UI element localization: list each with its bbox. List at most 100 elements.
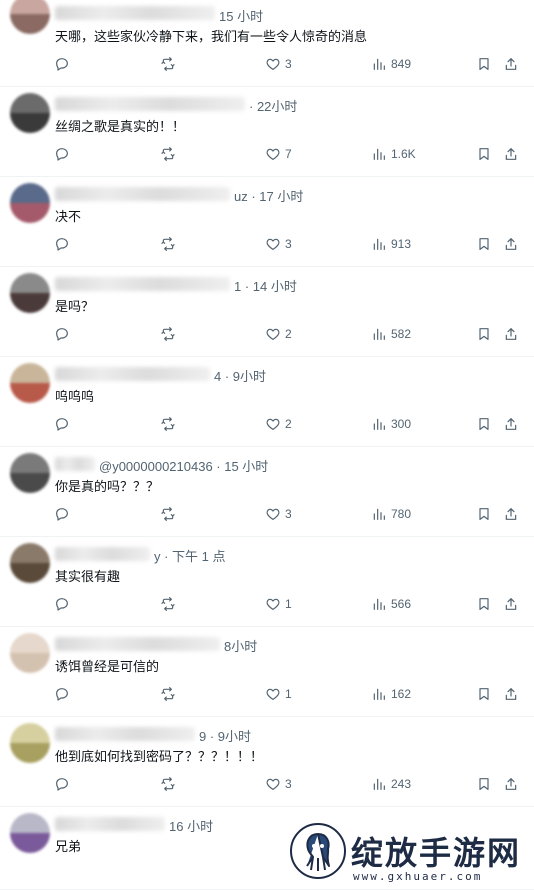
views-button[interactable]: 300 [371, 414, 411, 434]
avatar[interactable] [10, 723, 50, 763]
reply-button[interactable] [54, 144, 74, 164]
reply-tweet[interactable]: y · 下午 1 点其实很有趣 1 566 [0, 537, 534, 627]
reply-tweet[interactable]: 15 小时 天哪，这些家伙冷静下来，我们有一些令人惊奇的消息 3 849 [0, 0, 534, 87]
author-name-blurred[interactable] [55, 367, 210, 381]
tweet-timestamp[interactable]: 15 小时 [219, 6, 263, 25]
bookmark-button[interactable] [476, 414, 492, 434]
avatar[interactable] [10, 273, 50, 313]
reply-button[interactable] [54, 54, 74, 74]
share-icon [505, 238, 517, 250]
avatar[interactable] [10, 0, 50, 34]
bookmark-button[interactable] [476, 54, 492, 74]
like-button[interactable]: 3 [265, 234, 292, 254]
retweet-button[interactable] [160, 144, 180, 164]
retweet-button[interactable] [160, 324, 180, 344]
views-button[interactable]: 913 [371, 234, 411, 254]
retweet-button[interactable] [160, 54, 180, 74]
share-button[interactable] [503, 774, 519, 794]
reply-tweet[interactable]: · 22小时 丝绸之歌是真实的！！ 7 1.6K [0, 87, 534, 177]
retweet-button[interactable] [160, 234, 180, 254]
author-name-blurred[interactable] [55, 97, 245, 111]
reply-button[interactable] [54, 504, 74, 524]
reply-tweet[interactable]: 4 · 9小时呜呜呜 2 300 [0, 357, 534, 447]
author-name-blurred[interactable] [55, 817, 165, 831]
reply-button[interactable] [54, 774, 74, 794]
share-button[interactable] [503, 234, 519, 254]
author-name-blurred[interactable] [55, 277, 230, 291]
like-button[interactable]: 2 [265, 414, 292, 434]
tweet-timestamp[interactable]: 9 · 9小时 [199, 726, 251, 745]
reply-tweet[interactable]: 9 · 9小时 他到底如何找到密码了？？？！！！ 3 243 [0, 717, 534, 807]
tweet-timestamp[interactable]: · 22小时 [249, 96, 297, 115]
tweet-text: 呜呜呜 [55, 389, 95, 404]
retweet-button[interactable] [160, 774, 180, 794]
tweet-timestamp[interactable]: 8小时 [224, 636, 257, 655]
like-button[interactable]: 3 [265, 504, 292, 524]
avatar[interactable] [10, 813, 50, 853]
share-button[interactable] [503, 144, 519, 164]
views-chart-icon [373, 148, 385, 160]
bookmark-icon [479, 328, 489, 340]
author-name-blurred[interactable] [55, 187, 230, 201]
share-button[interactable] [503, 54, 519, 74]
bookmark-button[interactable] [476, 594, 492, 614]
like-button[interactable]: 1 [265, 684, 292, 704]
reply-button[interactable] [54, 684, 74, 704]
bookmark-button[interactable] [476, 774, 492, 794]
tweet-timestamp[interactable]: y · 下午 1 点 [154, 546, 226, 565]
share-button[interactable] [503, 504, 519, 524]
tweet-timestamp[interactable]: @y0000000210436 · 15 小时 [99, 456, 268, 475]
author-name-blurred[interactable] [55, 6, 215, 20]
tweet-timestamp[interactable]: uz · 17 小时 [234, 186, 303, 205]
views-button[interactable]: 566 [371, 594, 411, 614]
share-button[interactable] [503, 684, 519, 704]
share-icon [505, 328, 517, 340]
tweet-timestamp[interactable]: 1 · 14 小时 [234, 276, 297, 295]
avatar[interactable] [10, 633, 50, 673]
views-button[interactable]: 162 [371, 684, 411, 704]
author-name-blurred[interactable] [55, 637, 220, 651]
bookmark-button[interactable] [476, 234, 492, 254]
reply-tweet[interactable]: uz · 17 小时 决不 3 913 [0, 177, 534, 267]
like-button[interactable]: 1 [265, 594, 292, 614]
views-button[interactable]: 582 [371, 324, 411, 344]
like-button[interactable]: 3 [265, 774, 292, 794]
reply-icon [56, 58, 68, 71]
views-button[interactable]: 849 [371, 54, 411, 74]
bookmark-button[interactable] [476, 684, 492, 704]
avatar[interactable] [10, 363, 50, 403]
like-button[interactable]: 7 [265, 144, 292, 164]
reply-button[interactable] [54, 234, 74, 254]
author-name-blurred[interactable] [55, 727, 195, 741]
retweet-button[interactable] [160, 684, 180, 704]
views-button[interactable]: 780 [371, 504, 411, 524]
reply-button[interactable] [54, 324, 74, 344]
reply-button[interactable] [54, 414, 74, 434]
bookmark-button[interactable] [476, 144, 492, 164]
views-button[interactable]: 243 [371, 774, 411, 794]
share-button[interactable] [503, 594, 519, 614]
views-button[interactable]: 1.6K [371, 144, 416, 164]
share-button[interactable] [503, 414, 519, 434]
author-name-blurred[interactable] [55, 457, 95, 471]
avatar[interactable] [10, 543, 50, 583]
avatar[interactable] [10, 453, 50, 493]
tweet-timestamp[interactable]: 4 · 9小时 [214, 366, 266, 385]
bookmark-button[interactable] [476, 324, 492, 344]
reply-tweet[interactable]: 8小时 诱饵曾经是可信的 1 162 [0, 627, 534, 717]
retweet-button[interactable] [160, 504, 180, 524]
like-button[interactable]: 2 [265, 324, 292, 344]
reply-tweet[interactable]: @y0000000210436 · 15 小时 你是真的吗？？？ 3 780 [0, 447, 534, 537]
retweet-button[interactable] [160, 594, 180, 614]
avatar[interactable] [10, 93, 50, 133]
retweet-button[interactable] [160, 414, 180, 434]
tweet-timestamp[interactable]: 16 小时 [169, 816, 213, 835]
author-name-blurred[interactable] [55, 547, 150, 561]
reply-button[interactable] [54, 594, 74, 614]
views-chart-icon [373, 778, 385, 790]
like-button[interactable]: 3 [265, 54, 292, 74]
share-button[interactable] [503, 324, 519, 344]
avatar[interactable] [10, 183, 50, 223]
bookmark-button[interactable] [476, 504, 492, 524]
reply-tweet[interactable]: 1 · 14 小时 是吗？ 2 582 [0, 267, 534, 357]
